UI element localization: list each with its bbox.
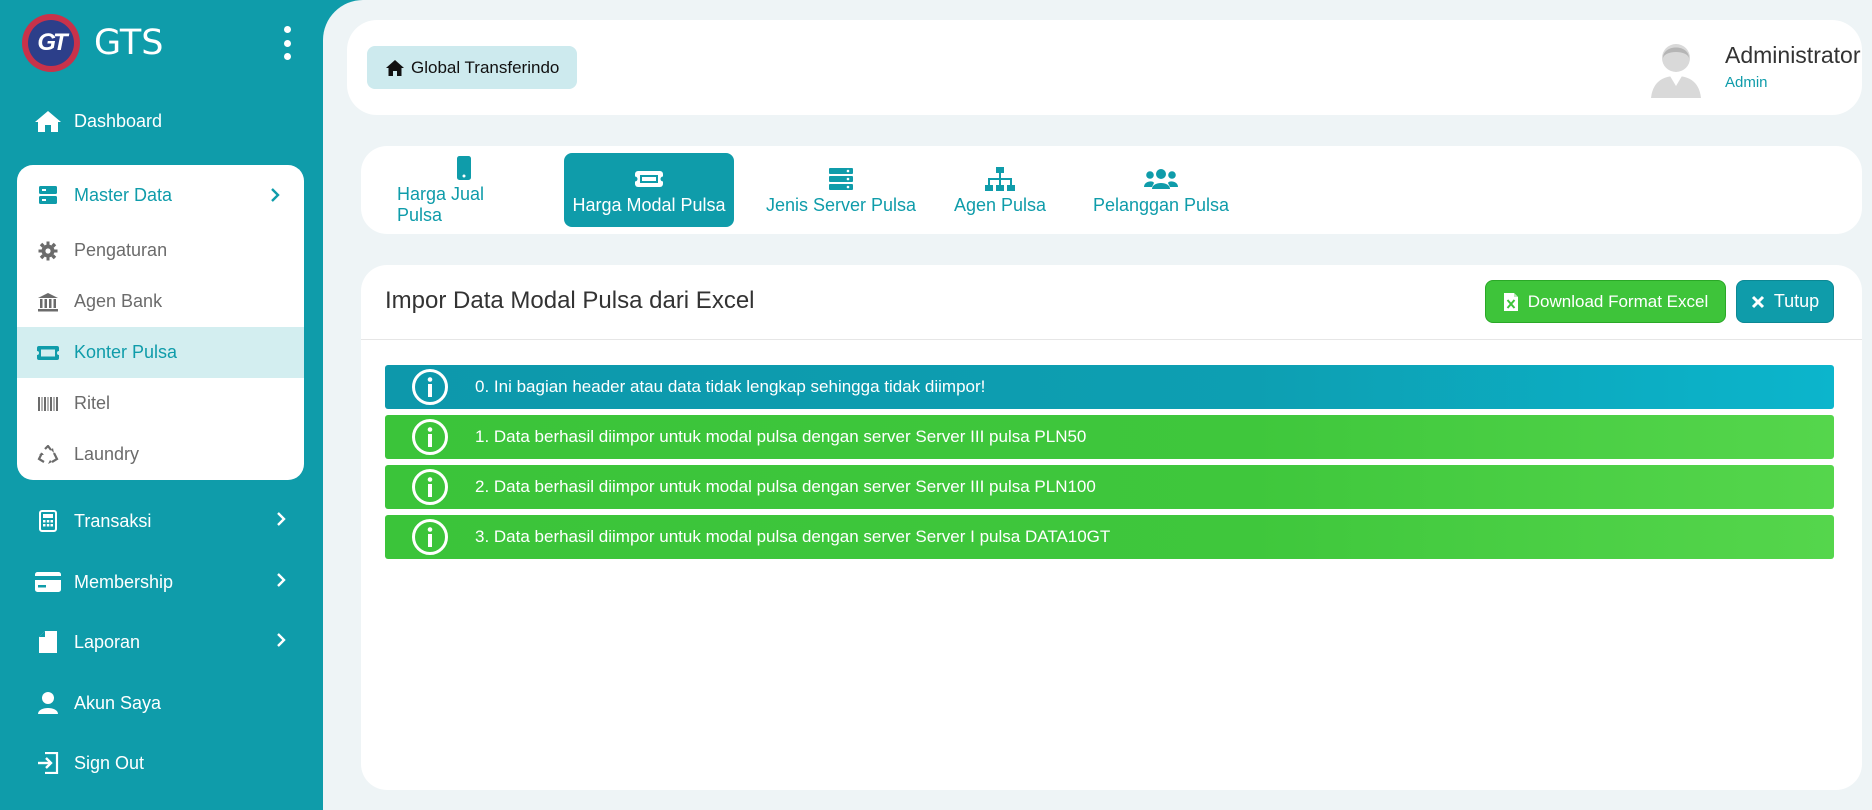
alert-text: 2. Data berhasil diimpor untuk modal pul… bbox=[475, 477, 1096, 496]
home-icon bbox=[386, 59, 404, 76]
import-card: Impor Data Modal Pulsa dari Excel Downlo… bbox=[361, 265, 1862, 790]
alert-text: 1. Data berhasil diimpor untuk modal pul… bbox=[475, 427, 1087, 446]
alert-item: 0. Ini bagian header atau data tidak len… bbox=[385, 365, 1834, 409]
sidebar-item-label: Sign Out bbox=[74, 752, 145, 773]
sidebar-item-label: Pengaturan bbox=[74, 240, 168, 260]
sidebar-item-label: Dashboard bbox=[74, 110, 163, 131]
master-data-submenu: Master Data Pengaturan Agen Bank Konter … bbox=[17, 165, 304, 480]
info-circle-icon bbox=[385, 418, 475, 456]
logo-text: GT bbox=[37, 29, 67, 56]
tab-harga-modal-pulsa[interactable]: Harga Modal Pulsa bbox=[564, 153, 734, 227]
sidebar-item-label: Membership bbox=[74, 571, 174, 592]
kebab-menu-icon[interactable] bbox=[282, 26, 292, 60]
sidebar-item-dashboard[interactable]: Dashboard bbox=[34, 101, 294, 141]
alert-text: 3. Data berhasil diimpor untuk modal pul… bbox=[475, 527, 1111, 546]
sidebar-item-sign-out[interactable]: Sign Out bbox=[34, 743, 294, 783]
close-icon bbox=[1751, 295, 1764, 308]
sidebar-item-transaksi[interactable]: Transaksi bbox=[34, 501, 294, 541]
chevron-right-icon bbox=[276, 511, 286, 532]
sidebar-item-membership[interactable]: Membership bbox=[34, 562, 294, 602]
close-button[interactable]: Tutup bbox=[1736, 280, 1834, 323]
chevron-right-icon bbox=[276, 632, 286, 653]
sidebar-item-ritel[interactable]: Ritel bbox=[17, 378, 304, 429]
sidebar-item-laundry[interactable]: Laundry bbox=[17, 429, 304, 480]
topbar: Global Transferindo Administrator Admin bbox=[347, 20, 1862, 115]
tab-label: Pelanggan Pulsa bbox=[1092, 194, 1230, 215]
tab-jenis-server-pulsa[interactable]: Jenis Server Pulsa bbox=[761, 153, 921, 227]
sidebar-item-label: Transaksi bbox=[74, 510, 152, 531]
alert-item: 2. Data berhasil diimpor untuk modal pul… bbox=[385, 465, 1834, 509]
gear-icon bbox=[34, 241, 62, 261]
card-title: Impor Data Modal Pulsa dari Excel bbox=[385, 287, 755, 314]
bank-icon bbox=[34, 292, 62, 312]
close-label: Tutup bbox=[1773, 291, 1820, 311]
alert-item: 1. Data berhasil diimpor untuk modal pul… bbox=[385, 415, 1834, 459]
home-label: Global Transferindo bbox=[411, 57, 560, 77]
sitemap-icon bbox=[984, 165, 1016, 193]
sign-out-icon bbox=[34, 750, 62, 776]
download-format-excel-button[interactable]: Download Format Excel bbox=[1485, 280, 1726, 323]
avatar[interactable] bbox=[1647, 38, 1705, 100]
sidebar: GT GTS Dashboard Master Data Pengaturan bbox=[0, 0, 323, 810]
tab-label: Harga Jual Pulsa bbox=[397, 184, 485, 225]
brand: GT GTS bbox=[22, 14, 292, 72]
user-name: Administrator bbox=[1725, 42, 1861, 68]
mobile-icon bbox=[456, 154, 472, 182]
download-label: Download Format Excel bbox=[1527, 291, 1709, 311]
database-icon bbox=[34, 185, 62, 205]
credit-card-icon bbox=[34, 569, 62, 595]
file-icon bbox=[34, 629, 62, 655]
home-breadcrumb[interactable]: Global Transferindo bbox=[367, 46, 578, 89]
tab-label: Jenis Server Pulsa bbox=[765, 194, 917, 215]
sidebar-item-label: Laundry bbox=[74, 444, 140, 464]
info-circle-icon bbox=[385, 468, 475, 506]
sidebar-item-label: Konter Pulsa bbox=[74, 342, 178, 362]
card-divider bbox=[361, 339, 1862, 340]
user-role: Admin bbox=[1725, 74, 1768, 91]
alert-text: 0. Ini bagian header atau data tidak len… bbox=[475, 377, 986, 396]
sidebar-item-akun-saya[interactable]: Akun Saya bbox=[34, 683, 294, 723]
tab-bar: Harga Jual Pulsa Harga Modal Pulsa Jenis… bbox=[361, 146, 1862, 234]
info-circle-icon bbox=[385, 368, 475, 406]
sidebar-item-agen-bank[interactable]: Agen Bank bbox=[17, 276, 304, 327]
info-circle-icon bbox=[385, 518, 475, 556]
file-excel-icon bbox=[1503, 292, 1518, 311]
server-icon bbox=[828, 165, 854, 193]
barcode-icon bbox=[34, 396, 62, 412]
brand-name: GTS bbox=[94, 23, 164, 63]
chevron-right-icon bbox=[276, 572, 286, 593]
home-icon bbox=[34, 108, 62, 134]
users-icon bbox=[1144, 165, 1178, 193]
tab-harga-jual-pulsa[interactable]: Harga Jual Pulsa bbox=[397, 153, 531, 227]
logo: GT bbox=[22, 14, 80, 72]
sidebar-item-label: Master Data bbox=[74, 184, 173, 205]
tab-label: Agen Pulsa bbox=[953, 194, 1047, 215]
sidebar-item-pengaturan[interactable]: Pengaturan bbox=[17, 225, 304, 276]
sidebar-item-label: Agen Bank bbox=[74, 291, 163, 311]
sidebar-item-konter-pulsa[interactable]: Konter Pulsa bbox=[17, 327, 304, 378]
recycle-icon bbox=[34, 444, 62, 465]
chevron-right-icon bbox=[270, 187, 280, 208]
sidebar-item-laporan[interactable]: Laporan bbox=[34, 622, 294, 662]
ticket-icon bbox=[34, 344, 62, 362]
tab-agen-pulsa[interactable]: Agen Pulsa bbox=[950, 153, 1050, 227]
sidebar-item-label: Akun Saya bbox=[74, 692, 162, 713]
sidebar-item-master-data[interactable]: Master Data bbox=[17, 165, 304, 225]
sidebar-item-label: Ritel bbox=[74, 393, 111, 413]
alert-item: 3. Data berhasil diimpor untuk modal pul… bbox=[385, 515, 1834, 559]
tab-label: Harga Modal Pulsa bbox=[572, 194, 726, 215]
tab-pelanggan-pulsa[interactable]: Pelanggan Pulsa bbox=[1087, 153, 1235, 227]
calculator-icon bbox=[34, 508, 62, 534]
sidebar-item-label: Laporan bbox=[74, 631, 141, 652]
user-icon bbox=[34, 690, 62, 716]
main-content: Global Transferindo Administrator Admin … bbox=[323, 0, 1872, 810]
ticket-icon bbox=[634, 165, 664, 193]
